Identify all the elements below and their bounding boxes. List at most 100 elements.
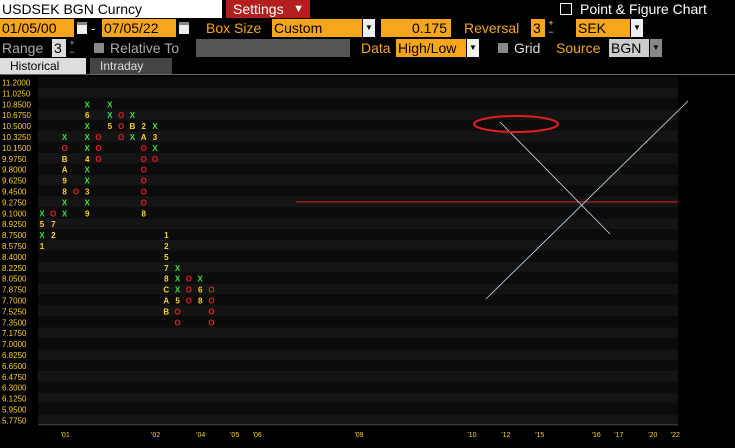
external-link-icon	[560, 3, 572, 15]
x-box: X	[85, 100, 91, 109]
grid-band	[38, 381, 678, 393]
x-box: X	[62, 133, 68, 142]
chevron-down-icon[interactable]: ▼	[631, 19, 643, 37]
start-date-field[interactable]: 01/05/00	[0, 19, 74, 37]
y-tick-label: 7.0000	[2, 340, 27, 349]
grid-band	[38, 185, 678, 197]
x-box: X	[39, 231, 45, 240]
o-box: O	[141, 198, 147, 207]
o-box: O	[174, 307, 180, 316]
stepper-icon[interactable]: + −	[67, 39, 77, 57]
y-tick-label: 10.1500	[2, 144, 31, 153]
grid-band	[38, 349, 678, 360]
grid-band	[38, 152, 678, 164]
y-tick-label: 7.7000	[2, 297, 27, 306]
calendar-icon[interactable]	[179, 22, 189, 34]
o-box: O	[174, 318, 180, 327]
o-box: O	[208, 318, 214, 327]
settings-button[interactable]: Settings ▼	[226, 0, 310, 18]
y-tick-label: 9.2750	[2, 198, 27, 207]
source-select[interactable]: BGN	[609, 39, 649, 57]
grid-band	[38, 392, 678, 404]
date-separator: -	[91, 20, 96, 36]
y-tick-label: 10.3250	[2, 133, 31, 142]
range-field[interactable]: 3	[52, 39, 66, 57]
month-marker: 8	[62, 188, 67, 197]
x-tick-label: '17	[614, 432, 623, 439]
box-size-label: Box Size	[206, 20, 262, 36]
month-marker: 2	[164, 242, 169, 251]
month-marker: 9	[85, 209, 90, 218]
x-box: X	[85, 198, 91, 207]
currency-select[interactable]: SEK	[576, 19, 630, 37]
x-box: X	[85, 144, 91, 153]
grid-band	[38, 218, 678, 230]
grid-band	[38, 316, 678, 328]
y-tick-label: 10.6750	[2, 111, 31, 120]
pnf-chart[interactable]: 11.2000 11.0250 10.8500 10.6750 10.5000 10.32…	[0, 74, 735, 448]
settings-label: Settings	[233, 1, 284, 17]
tab-intraday[interactable]: Intraday	[90, 58, 172, 74]
x-box: X	[85, 166, 91, 175]
end-date-field[interactable]: 07/05/22	[102, 19, 176, 37]
grid-band	[38, 272, 678, 284]
x-tick-label: '20	[648, 432, 657, 439]
month-marker: 5	[175, 297, 180, 306]
x-box: X	[130, 111, 136, 120]
month-marker: 7	[164, 264, 169, 273]
x-tick-label: '01	[61, 432, 70, 439]
o-box: O	[61, 144, 67, 153]
o-box: O	[141, 155, 147, 164]
x-box: X	[175, 264, 181, 273]
relative-to-field[interactable]	[196, 39, 350, 57]
month-marker: 6	[198, 286, 203, 295]
x-box: X	[107, 111, 113, 120]
ticker-field[interactable]: USDSEK BGN Curncy	[0, 0, 222, 18]
grid-band	[38, 240, 678, 251]
grid-checkbox[interactable]	[498, 43, 508, 53]
x-box: X	[85, 133, 91, 142]
o-box: O	[152, 155, 158, 164]
x-box: X	[39, 209, 45, 218]
chart-title[interactable]: Point & Figure Chart	[560, 0, 707, 18]
y-tick-label: 9.4500	[2, 188, 27, 197]
y-tick-label: 7.5250	[2, 307, 27, 316]
y-tick-label: 7.3500	[2, 318, 27, 327]
y-tick-label: 6.6500	[2, 362, 27, 371]
x-box: X	[152, 144, 158, 153]
y-tick-label: 6.8250	[2, 351, 27, 360]
grid-band	[38, 359, 678, 371]
box-size-amount-field[interactable]: 0.175	[381, 19, 451, 37]
grid-band	[38, 207, 678, 219]
month-marker: 6	[85, 111, 90, 120]
chevron-down-icon[interactable]: ▼	[650, 39, 662, 57]
relative-to-checkbox[interactable]	[94, 43, 104, 53]
calendar-icon[interactable]	[77, 22, 87, 34]
box-size-select[interactable]: Custom	[272, 19, 362, 37]
data-label: Data	[361, 40, 391, 56]
o-box: O	[208, 307, 214, 316]
data-select[interactable]: High/Low	[396, 39, 466, 57]
x-tick-label: '15	[535, 432, 544, 439]
x-box: X	[175, 275, 181, 284]
stepper-icon[interactable]: + −	[546, 19, 556, 37]
month-marker: B	[130, 122, 136, 131]
grid-band	[38, 414, 678, 426]
month-marker: 2	[141, 122, 146, 131]
o-box: O	[95, 133, 101, 142]
y-tick-label: 9.8000	[2, 166, 27, 175]
chevron-down-icon[interactable]: ▼	[363, 19, 375, 37]
x-box: X	[107, 100, 113, 109]
y-tick-label: 5.7750	[2, 416, 27, 425]
x-tick-label: '16	[592, 432, 601, 439]
month-marker: 5	[164, 253, 169, 262]
month-marker: B	[163, 307, 169, 316]
tab-historical[interactable]: Historical	[0, 58, 86, 74]
grid-band	[38, 283, 678, 295]
reversal-field[interactable]: 3	[531, 19, 545, 37]
chevron-down-icon: ▼	[293, 3, 304, 15]
chevron-down-icon[interactable]: ▼	[467, 39, 479, 57]
y-tick-label: 8.5750	[2, 242, 27, 251]
o-box: O	[141, 166, 147, 175]
o-box: O	[141, 144, 147, 153]
